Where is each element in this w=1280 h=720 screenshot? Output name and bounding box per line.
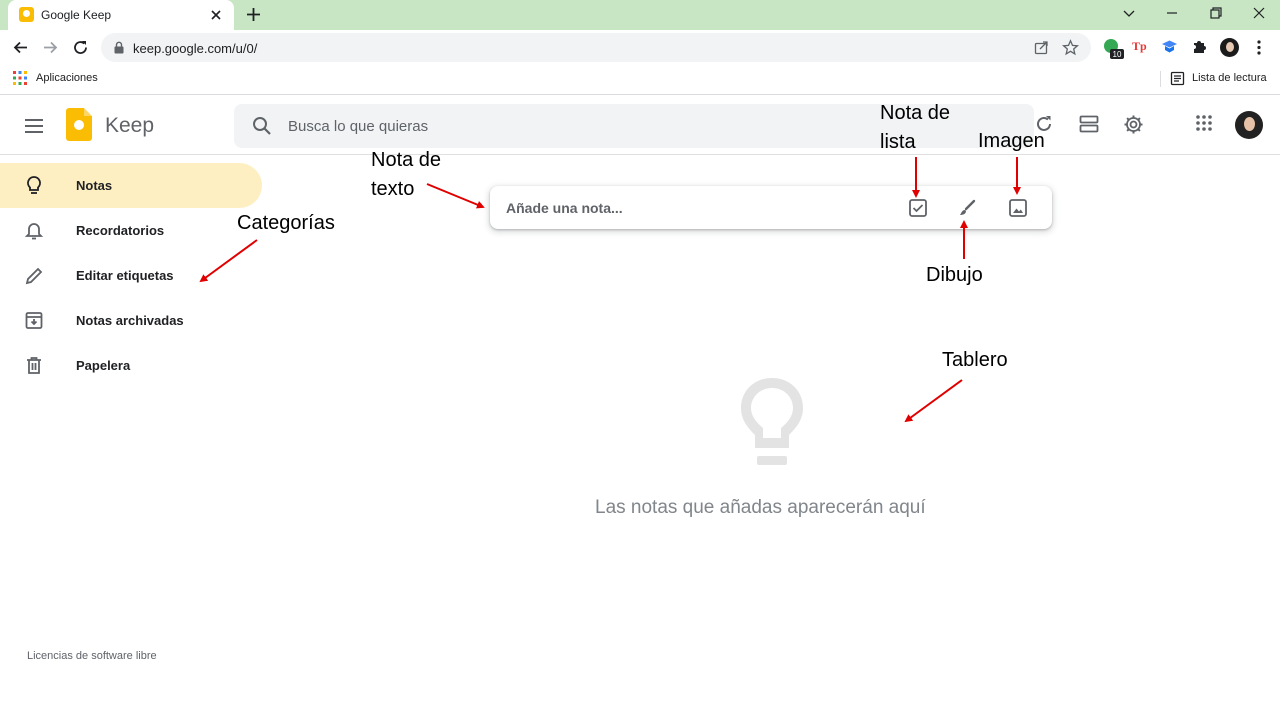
new-list-checkbox-icon[interactable]: [908, 198, 928, 218]
sidebar-item-label: Notas archivadas: [76, 313, 184, 328]
sidebar-item-label: Recordatorios: [76, 223, 165, 238]
list-view-icon[interactable]: [1079, 114, 1099, 134]
share-icon[interactable]: [1034, 40, 1049, 55]
bookmarks-bar: Aplicaciones Lista de lectura: [0, 65, 1280, 95]
sidebar-item-papelera[interactable]: Papelera: [0, 343, 262, 388]
tab-close-icon[interactable]: [208, 7, 224, 23]
minimize-icon[interactable]: [1164, 5, 1180, 21]
annotation-text-note: Nota de texto: [371, 146, 441, 204]
sidebar-item-recordatorios[interactable]: Recordatorios: [0, 208, 262, 253]
sidebar-item-label: Editar etiquetas: [76, 268, 174, 283]
search-icon[interactable]: [252, 116, 272, 136]
sidebar-item-notas-archivadas[interactable]: Notas archivadas: [0, 298, 262, 343]
reading-list-icon[interactable]: [1170, 71, 1185, 86]
lightbulb-icon: [27, 176, 41, 194]
restore-icon[interactable]: [1208, 5, 1224, 21]
annotation-text-note-line2: texto: [371, 178, 415, 200]
new-image-icon[interactable]: [1008, 198, 1028, 218]
back-arrow-icon[interactable]: [12, 39, 29, 56]
address-bar[interactable]: keep.google.com/u/0/: [101, 33, 1091, 62]
new-drawing-brush-icon[interactable]: [957, 198, 977, 218]
annotation-image: Imagen: [978, 130, 1045, 152]
annotation-text-note-line1: Nota de: [371, 149, 442, 171]
annotation-list-note: Nota de lista: [880, 99, 950, 157]
arrow-board: [904, 379, 963, 423]
extensions-puzzle-icon[interactable]: [1191, 38, 1208, 55]
reading-list-button[interactable]: Lista de lectura: [1192, 72, 1267, 84]
browser-toolbar: keep.google.com/u/0/ 10 Tp: [0, 30, 1280, 65]
browser-tab-strip: Google Keep: [0, 0, 1280, 30]
forward-arrow-icon[interactable]: [42, 39, 59, 56]
take-note-bar[interactable]: Añade una nota...: [490, 186, 1052, 229]
settings-gear-icon[interactable]: [1123, 114, 1144, 135]
account-avatar[interactable]: [1235, 111, 1263, 139]
new-tab-icon[interactable]: [245, 6, 262, 23]
archive-icon: [25, 312, 43, 329]
keep-header: Keep: [0, 96, 1280, 155]
url-text[interactable]: keep.google.com/u/0/: [133, 41, 257, 56]
search-input[interactable]: [288, 116, 888, 136]
window-close-icon[interactable]: [1251, 5, 1267, 21]
browser-tab[interactable]: Google Keep: [8, 0, 234, 30]
bookmark-star-icon[interactable]: [1062, 39, 1079, 56]
google-apps-icon[interactable]: [1195, 114, 1213, 132]
take-note-placeholder[interactable]: Añade una nota...: [506, 200, 623, 216]
lock-icon[interactable]: [113, 41, 125, 54]
keep-logo-icon[interactable]: [66, 108, 92, 141]
empty-lightbulb-icon: [741, 378, 803, 465]
sidebar-item-notas[interactable]: Notas: [0, 163, 262, 208]
trash-icon: [27, 357, 41, 374]
annotation-board: Tablero: [942, 349, 1008, 371]
tab-search-chevron-icon[interactable]: [1121, 5, 1137, 21]
extension-tp-icon[interactable]: Tp: [1132, 39, 1147, 54]
extension-shield-icon[interactable]: 10: [1103, 38, 1125, 60]
annotation-drawing: Dibujo: [926, 264, 983, 286]
bookmarks-divider: [1160, 71, 1161, 87]
sidebar-item-editar-etiquetas[interactable]: Editar etiquetas: [0, 253, 262, 298]
empty-state-message: Las notas que añadas aparecerán aquí: [595, 497, 926, 518]
app-name[interactable]: Keep: [105, 114, 154, 138]
licenses-link[interactable]: Licencias de software libre: [27, 650, 157, 662]
annotation-list-note-line2: lista: [880, 131, 916, 153]
sidebar-item-label: Notas: [76, 178, 113, 193]
extension-cap-icon[interactable]: [1161, 38, 1178, 55]
annotation-list-note-line1: Nota de: [880, 102, 951, 124]
main-menu-icon[interactable]: [24, 118, 44, 134]
browser-menu-icon[interactable]: [1256, 39, 1262, 56]
sidebar-item-label: Papelera: [76, 358, 131, 373]
bookmark-apps[interactable]: Aplicaciones: [36, 72, 98, 84]
keep-favicon-icon: [19, 7, 34, 22]
apps-grid-icon[interactable]: [13, 71, 27, 85]
annotation-categories: Categorías: [237, 212, 335, 234]
browser-profile-avatar[interactable]: [1220, 38, 1239, 57]
extension-badge: 10: [1113, 50, 1122, 59]
tab-title: Google Keep: [41, 8, 112, 22]
reload-icon[interactable]: [72, 39, 89, 56]
pencil-icon: [25, 267, 43, 285]
bell-icon: [24, 223, 44, 240]
